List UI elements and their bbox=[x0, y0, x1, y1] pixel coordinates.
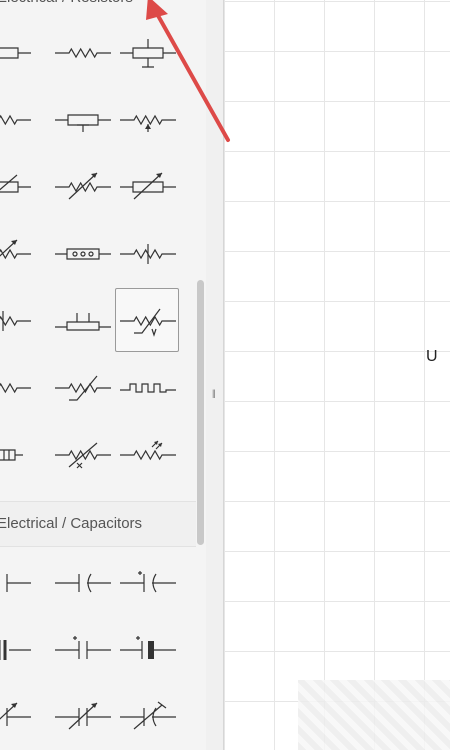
resistor-shape-4[interactable] bbox=[0, 87, 34, 151]
capacitor-plus-icon bbox=[51, 618, 115, 682]
capacitor-shape-5[interactable] bbox=[50, 617, 114, 681]
capacitor-double-icon bbox=[0, 618, 35, 682]
resistor-shape-2[interactable] bbox=[50, 20, 114, 84]
capacitor-shape-3[interactable] bbox=[115, 550, 179, 614]
capacitor-trimmer-icon bbox=[116, 685, 180, 749]
capacitor-icon bbox=[0, 551, 35, 615]
resistor-shape-13[interactable] bbox=[0, 288, 34, 352]
shape-library-panel: Electrical / Resistors Electrical / Capa… bbox=[0, 0, 206, 750]
capacitor-shape-1[interactable] bbox=[0, 550, 34, 614]
sidebar-scrollbar-thumb[interactable] bbox=[197, 280, 204, 545]
capacitor-variable-icon bbox=[51, 685, 115, 749]
varistor-zigzag-icon bbox=[51, 356, 115, 420]
resistor-shape-21[interactable] bbox=[115, 422, 179, 486]
resistor-zigzag-tap-icon bbox=[0, 289, 35, 353]
section-header-capacitors[interactable]: Electrical / Capacitors bbox=[0, 501, 206, 547]
trimmer-box-icon bbox=[51, 289, 115, 353]
capacitor-shape-6[interactable] bbox=[115, 617, 179, 681]
thermistor-zigzag-icon bbox=[116, 289, 180, 353]
capacitor-shape-8[interactable] bbox=[50, 684, 114, 748]
resistor-shape-19[interactable] bbox=[0, 422, 34, 486]
resistor-shape-11[interactable] bbox=[50, 221, 114, 285]
varistor-x-icon bbox=[51, 423, 115, 487]
resistor-zigzag-tap-icon bbox=[116, 222, 180, 286]
resistor-shape-12[interactable] bbox=[115, 221, 179, 285]
resistor-shape-9[interactable] bbox=[115, 154, 179, 218]
watermark-image bbox=[298, 680, 450, 750]
resistor-shape-8[interactable] bbox=[50, 154, 114, 218]
resistor-shape-20[interactable] bbox=[50, 422, 114, 486]
resistor-zigzag-icon bbox=[0, 88, 35, 152]
capacitor-polarized-icon bbox=[51, 551, 115, 615]
capacitor-shape-4[interactable] bbox=[0, 617, 34, 681]
resistor-shape-16[interactable] bbox=[0, 355, 34, 419]
variable-resistor-zigzag-icon bbox=[51, 155, 115, 219]
resistor-shape-5[interactable] bbox=[50, 87, 114, 151]
capacitor-variable-icon bbox=[0, 685, 35, 749]
diagram-canvas[interactable] bbox=[224, 0, 450, 750]
variable-resistor-box-arrow-icon bbox=[116, 155, 180, 219]
potentiometer-box-icon bbox=[51, 88, 115, 152]
resistor-ladder-icon bbox=[0, 423, 35, 487]
panel-splitter[interactable]: || bbox=[206, 0, 224, 750]
photoresistor-icon bbox=[116, 423, 180, 487]
splitter-grip-icon[interactable]: || bbox=[212, 388, 216, 398]
resistor-meander-icon bbox=[116, 356, 180, 420]
resistor-shape-1[interactable] bbox=[0, 20, 34, 84]
resistor-shape-6[interactable] bbox=[115, 87, 179, 151]
resistor-shape-7[interactable] bbox=[0, 154, 34, 218]
capacitor-electrolytic-icon bbox=[116, 551, 180, 615]
resistor-shape-14[interactable] bbox=[50, 288, 114, 352]
capacitor-plus-block-icon bbox=[116, 618, 180, 659]
resistor-zigzag-icon bbox=[51, 21, 115, 85]
resistor-shape-17[interactable] bbox=[50, 355, 114, 419]
variable-resistor-zigzag-arrow-icon bbox=[0, 222, 35, 286]
resistor-tapped-box-icon bbox=[116, 21, 180, 85]
resistor-network-icon bbox=[51, 222, 115, 286]
resistor-shape-18[interactable] bbox=[115, 355, 179, 419]
resistor-zigzag-icon bbox=[0, 356, 35, 420]
resistor-shape-3[interactable] bbox=[115, 20, 179, 84]
canvas-text-label[interactable]: U bbox=[426, 348, 438, 366]
capacitor-shape-7[interactable] bbox=[0, 684, 34, 748]
section-header-resistors[interactable]: Electrical / Resistors bbox=[0, 0, 206, 20]
potentiometer-zigzag-icon bbox=[116, 88, 180, 152]
capacitor-shape-9[interactable] bbox=[115, 684, 179, 748]
resistor-box-icon bbox=[0, 21, 35, 85]
resistor-shape-15[interactable] bbox=[115, 288, 179, 352]
variable-resistor-box-icon bbox=[0, 155, 35, 219]
capacitor-shape-2[interactable] bbox=[50, 550, 114, 614]
resistor-shape-10[interactable] bbox=[0, 221, 34, 285]
